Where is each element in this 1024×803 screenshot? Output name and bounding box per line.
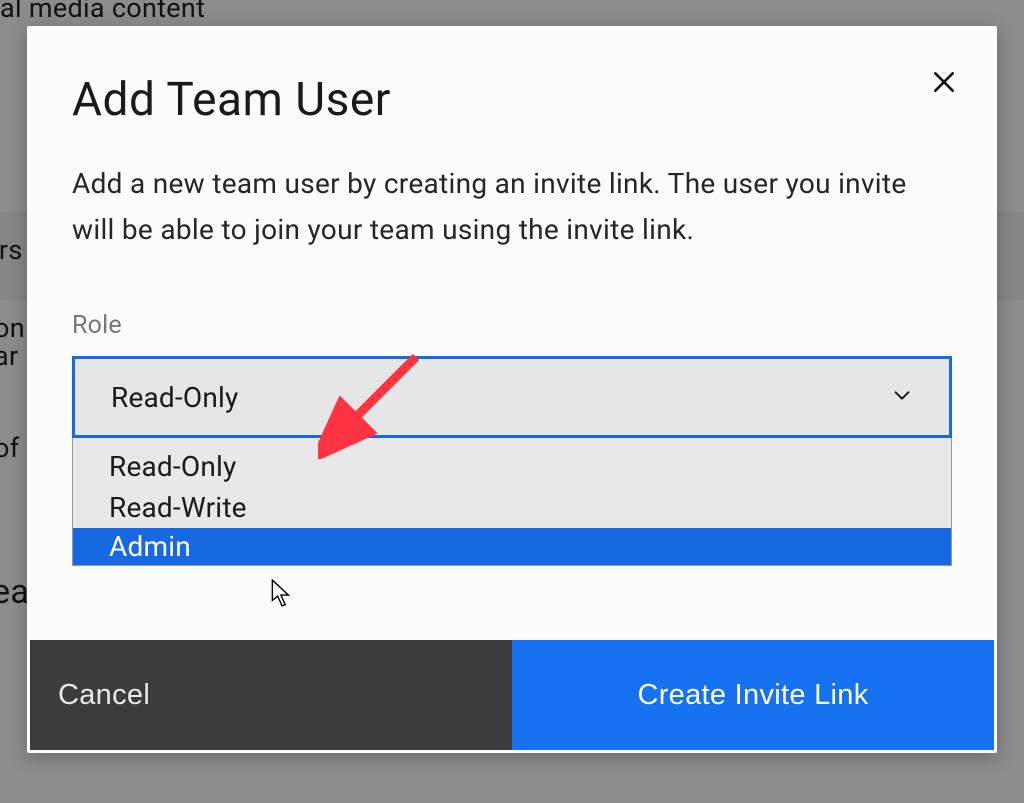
modal-description: Add a new team user by creating an invit… — [72, 161, 912, 253]
role-option-admin[interactable]: Admin — [73, 528, 951, 565]
role-option-read-write[interactable]: Read-Write — [73, 487, 951, 528]
role-dropdown: Read-Only Read-Write Admin — [72, 438, 952, 566]
role-select[interactable]: Read-Only — [72, 356, 952, 438]
modal-title: Add Team User — [72, 73, 952, 127]
close-icon — [931, 69, 957, 98]
cancel-button[interactable]: Cancel — [30, 640, 512, 750]
close-button[interactable] — [922, 61, 966, 105]
create-invite-link-button[interactable]: Create Invite Link — [512, 640, 994, 750]
role-label: Role — [72, 311, 952, 340]
role-option-read-only[interactable]: Read-Only — [73, 438, 951, 487]
modal-footer: Cancel Create Invite Link — [30, 640, 994, 750]
chevron-down-icon — [891, 384, 913, 410]
role-select-value: Read-Only — [111, 381, 238, 414]
add-team-user-modal: Add Team User Add a new team user by cre… — [27, 26, 997, 753]
